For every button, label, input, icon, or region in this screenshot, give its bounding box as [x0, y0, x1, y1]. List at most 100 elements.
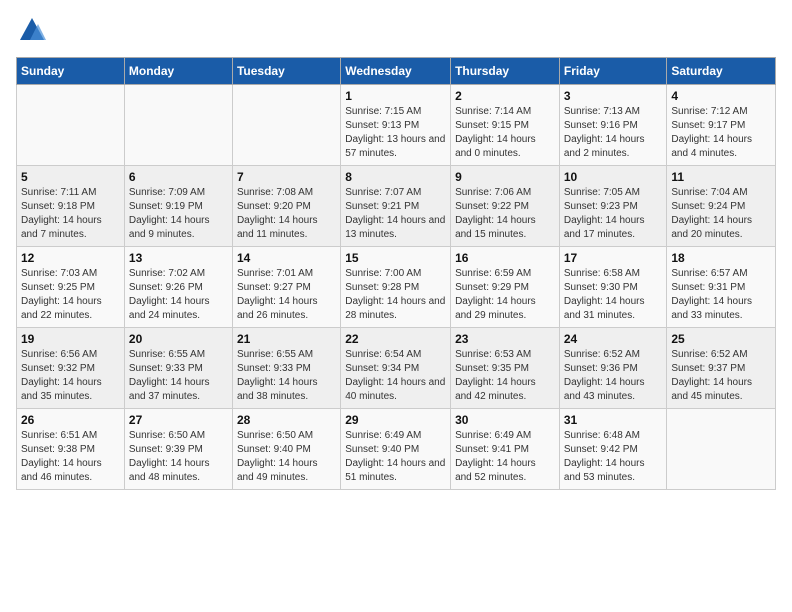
calendar-cell: 22Sunrise: 6:54 AMSunset: 9:34 PMDayligh…	[341, 328, 451, 409]
day-number: 25	[671, 332, 771, 346]
day-info: Sunrise: 7:03 AMSunset: 9:25 PMDaylight:…	[21, 267, 120, 323]
day-info: Sunrise: 6:50 AMSunset: 9:39 PMDaylight:…	[129, 429, 228, 485]
day-info: Sunrise: 6:49 AMSunset: 9:41 PMDaylight:…	[455, 429, 555, 485]
weekday-header-monday: Monday	[124, 58, 232, 85]
day-number: 7	[237, 170, 336, 184]
calendar-cell: 13 Sunrise: 7:02 AMSunset: 9:26 PMDayligh…	[124, 247, 232, 328]
calendar-cell: 9 Sunrise: 7:06 AMSunset: 9:22 PMDaylight…	[451, 166, 560, 247]
day-info: Sunrise: 6:56 AMSunset: 9:32 PMDaylight:…	[21, 348, 120, 404]
header	[16, 16, 776, 49]
day-info: Sunrise: 6:53 AMSunset: 9:35 PMDaylight:…	[455, 348, 555, 404]
weekday-header-sunday: Sunday	[17, 58, 125, 85]
day-number: 18	[671, 251, 771, 265]
logo-icon	[18, 16, 46, 44]
calendar-cell: 10 Sunrise: 7:05 AMSunset: 9:23 PMDayligh…	[559, 166, 667, 247]
day-number: 9	[455, 170, 555, 184]
day-info: Sunrise: 7:05 AMSunset: 9:23 PMDaylight:…	[564, 186, 663, 242]
day-number: 17	[564, 251, 663, 265]
calendar-cell: 8Sunrise: 7:07 AMSunset: 9:21 PMDaylight…	[341, 166, 451, 247]
day-number: 22	[345, 332, 446, 346]
day-number: 26	[21, 413, 120, 427]
logo	[16, 16, 46, 49]
calendar-cell: 21Sunrise: 6:55 AMSunset: 9:33 PMDayligh…	[232, 328, 340, 409]
calendar-cell: 6 Sunrise: 7:09 AMSunset: 9:19 PMDaylight…	[124, 166, 232, 247]
weekday-header-tuesday: Tuesday	[232, 58, 340, 85]
calendar-cell: 25Sunrise: 6:52 AMSunset: 9:37 PMDayligh…	[667, 328, 776, 409]
calendar-cell	[17, 85, 125, 166]
day-number: 2	[455, 89, 555, 103]
calendar-cell: 5 Sunrise: 7:11 AMSunset: 9:18 PMDaylight…	[17, 166, 125, 247]
calendar-cell: 4 Sunrise: 7:12 AMSunset: 9:17 PMDaylight…	[667, 85, 776, 166]
weekday-header-row: SundayMondayTuesdayWednesdayThursdayFrid…	[17, 58, 776, 85]
day-info: Sunrise: 7:06 AMSunset: 9:22 PMDaylight:…	[455, 186, 555, 242]
calendar-cell	[124, 85, 232, 166]
calendar-cell: 3 Sunrise: 7:13 AMSunset: 9:16 PMDaylight…	[559, 85, 667, 166]
calendar-cell: 20 Sunrise: 6:55 AMSunset: 9:33 PMDayligh…	[124, 328, 232, 409]
day-number: 23	[455, 332, 555, 346]
calendar-cell: 18 Sunrise: 6:57 AMSunset: 9:31 PMDayligh…	[667, 247, 776, 328]
calendar-week-row: 5 Sunrise: 7:11 AMSunset: 9:18 PMDaylight…	[17, 166, 776, 247]
logo-text	[16, 16, 46, 49]
weekday-header-friday: Friday	[559, 58, 667, 85]
day-number: 14	[237, 251, 336, 265]
calendar-cell: 17Sunrise: 6:58 AMSunset: 9:30 PMDayligh…	[559, 247, 667, 328]
calendar-cell: 1Sunrise: 7:15 AMSunset: 9:13 PMDaylight…	[341, 85, 451, 166]
calendar-cell: 23 Sunrise: 6:53 AMSunset: 9:35 PMDayligh…	[451, 328, 560, 409]
calendar-week-row: 19 Sunrise: 6:56 AMSunset: 9:32 PMDayligh…	[17, 328, 776, 409]
day-number: 5	[21, 170, 120, 184]
day-info: Sunrise: 6:55 AMSunset: 9:33 PMDaylight:…	[129, 348, 228, 404]
calendar-cell	[232, 85, 340, 166]
day-info: Sunrise: 6:52 AMSunset: 9:36 PMDaylight:…	[564, 348, 663, 404]
calendar-cell: 16Sunrise: 6:59 AMSunset: 9:29 PMDayligh…	[451, 247, 560, 328]
calendar-cell: 2 Sunrise: 7:14 AMSunset: 9:15 PMDaylight…	[451, 85, 560, 166]
day-number: 20	[129, 332, 228, 346]
calendar-cell: 26 Sunrise: 6:51 AMSunset: 9:38 PMDayligh…	[17, 409, 125, 490]
day-number: 31	[564, 413, 663, 427]
day-number: 15	[345, 251, 446, 265]
day-number: 30	[455, 413, 555, 427]
day-info: Sunrise: 7:02 AMSunset: 9:26 PMDaylight:…	[129, 267, 228, 323]
day-info: Sunrise: 6:57 AMSunset: 9:31 PMDaylight:…	[671, 267, 771, 323]
calendar-cell: 28 Sunrise: 6:50 AMSunset: 9:40 PMDayligh…	[232, 409, 340, 490]
day-info: Sunrise: 7:08 AMSunset: 9:20 PMDaylight:…	[237, 186, 336, 242]
calendar-cell: 19 Sunrise: 6:56 AMSunset: 9:32 PMDayligh…	[17, 328, 125, 409]
day-info: Sunrise: 7:11 AMSunset: 9:18 PMDaylight:…	[21, 186, 120, 242]
day-info: Sunrise: 7:14 AMSunset: 9:15 PMDaylight:…	[455, 105, 555, 161]
calendar-cell: 7 Sunrise: 7:08 AMSunset: 9:20 PMDaylight…	[232, 166, 340, 247]
day-number: 4	[671, 89, 771, 103]
day-number: 6	[129, 170, 228, 184]
day-info: Sunrise: 6:50 AMSunset: 9:40 PMDaylight:…	[237, 429, 336, 485]
day-number: 19	[21, 332, 120, 346]
day-number: 11	[671, 170, 771, 184]
day-info: Sunrise: 7:09 AMSunset: 9:19 PMDaylight:…	[129, 186, 228, 242]
day-info: Sunrise: 7:15 AMSunset: 9:13 PMDaylight:…	[345, 105, 446, 161]
calendar-cell: 30 Sunrise: 6:49 AMSunset: 9:41 PMDayligh…	[451, 409, 560, 490]
day-number: 24	[564, 332, 663, 346]
day-number: 28	[237, 413, 336, 427]
day-info: Sunrise: 7:04 AMSunset: 9:24 PMDaylight:…	[671, 186, 771, 242]
day-info: Sunrise: 7:13 AMSunset: 9:16 PMDaylight:…	[564, 105, 663, 161]
day-number: 13	[129, 251, 228, 265]
calendar-cell: 14Sunrise: 7:01 AMSunset: 9:27 PMDayligh…	[232, 247, 340, 328]
day-info: Sunrise: 6:48 AMSunset: 9:42 PMDaylight:…	[564, 429, 663, 485]
calendar-cell: 24 Sunrise: 6:52 AMSunset: 9:36 PMDayligh…	[559, 328, 667, 409]
day-info: Sunrise: 7:00 AMSunset: 9:28 PMDaylight:…	[345, 267, 446, 323]
day-number: 21	[237, 332, 336, 346]
calendar-week-row: 1Sunrise: 7:15 AMSunset: 9:13 PMDaylight…	[17, 85, 776, 166]
day-info: Sunrise: 6:49 AMSunset: 9:40 PMDaylight:…	[345, 429, 446, 485]
day-info: Sunrise: 7:12 AMSunset: 9:17 PMDaylight:…	[671, 105, 771, 161]
calendar-cell: 11 Sunrise: 7:04 AMSunset: 9:24 PMDayligh…	[667, 166, 776, 247]
day-number: 3	[564, 89, 663, 103]
calendar-cell: 12Sunrise: 7:03 AMSunset: 9:25 PMDayligh…	[17, 247, 125, 328]
calendar-cell	[667, 409, 776, 490]
calendar-week-row: 26 Sunrise: 6:51 AMSunset: 9:38 PMDayligh…	[17, 409, 776, 490]
day-info: Sunrise: 7:07 AMSunset: 9:21 PMDaylight:…	[345, 186, 446, 242]
day-number: 10	[564, 170, 663, 184]
day-info: Sunrise: 6:51 AMSunset: 9:38 PMDaylight:…	[21, 429, 120, 485]
weekday-header-wednesday: Wednesday	[341, 58, 451, 85]
calendar-week-row: 12Sunrise: 7:03 AMSunset: 9:25 PMDayligh…	[17, 247, 776, 328]
calendar-cell: 15 Sunrise: 7:00 AMSunset: 9:28 PMDayligh…	[341, 247, 451, 328]
day-number: 16	[455, 251, 555, 265]
day-number: 27	[129, 413, 228, 427]
weekday-header-saturday: Saturday	[667, 58, 776, 85]
